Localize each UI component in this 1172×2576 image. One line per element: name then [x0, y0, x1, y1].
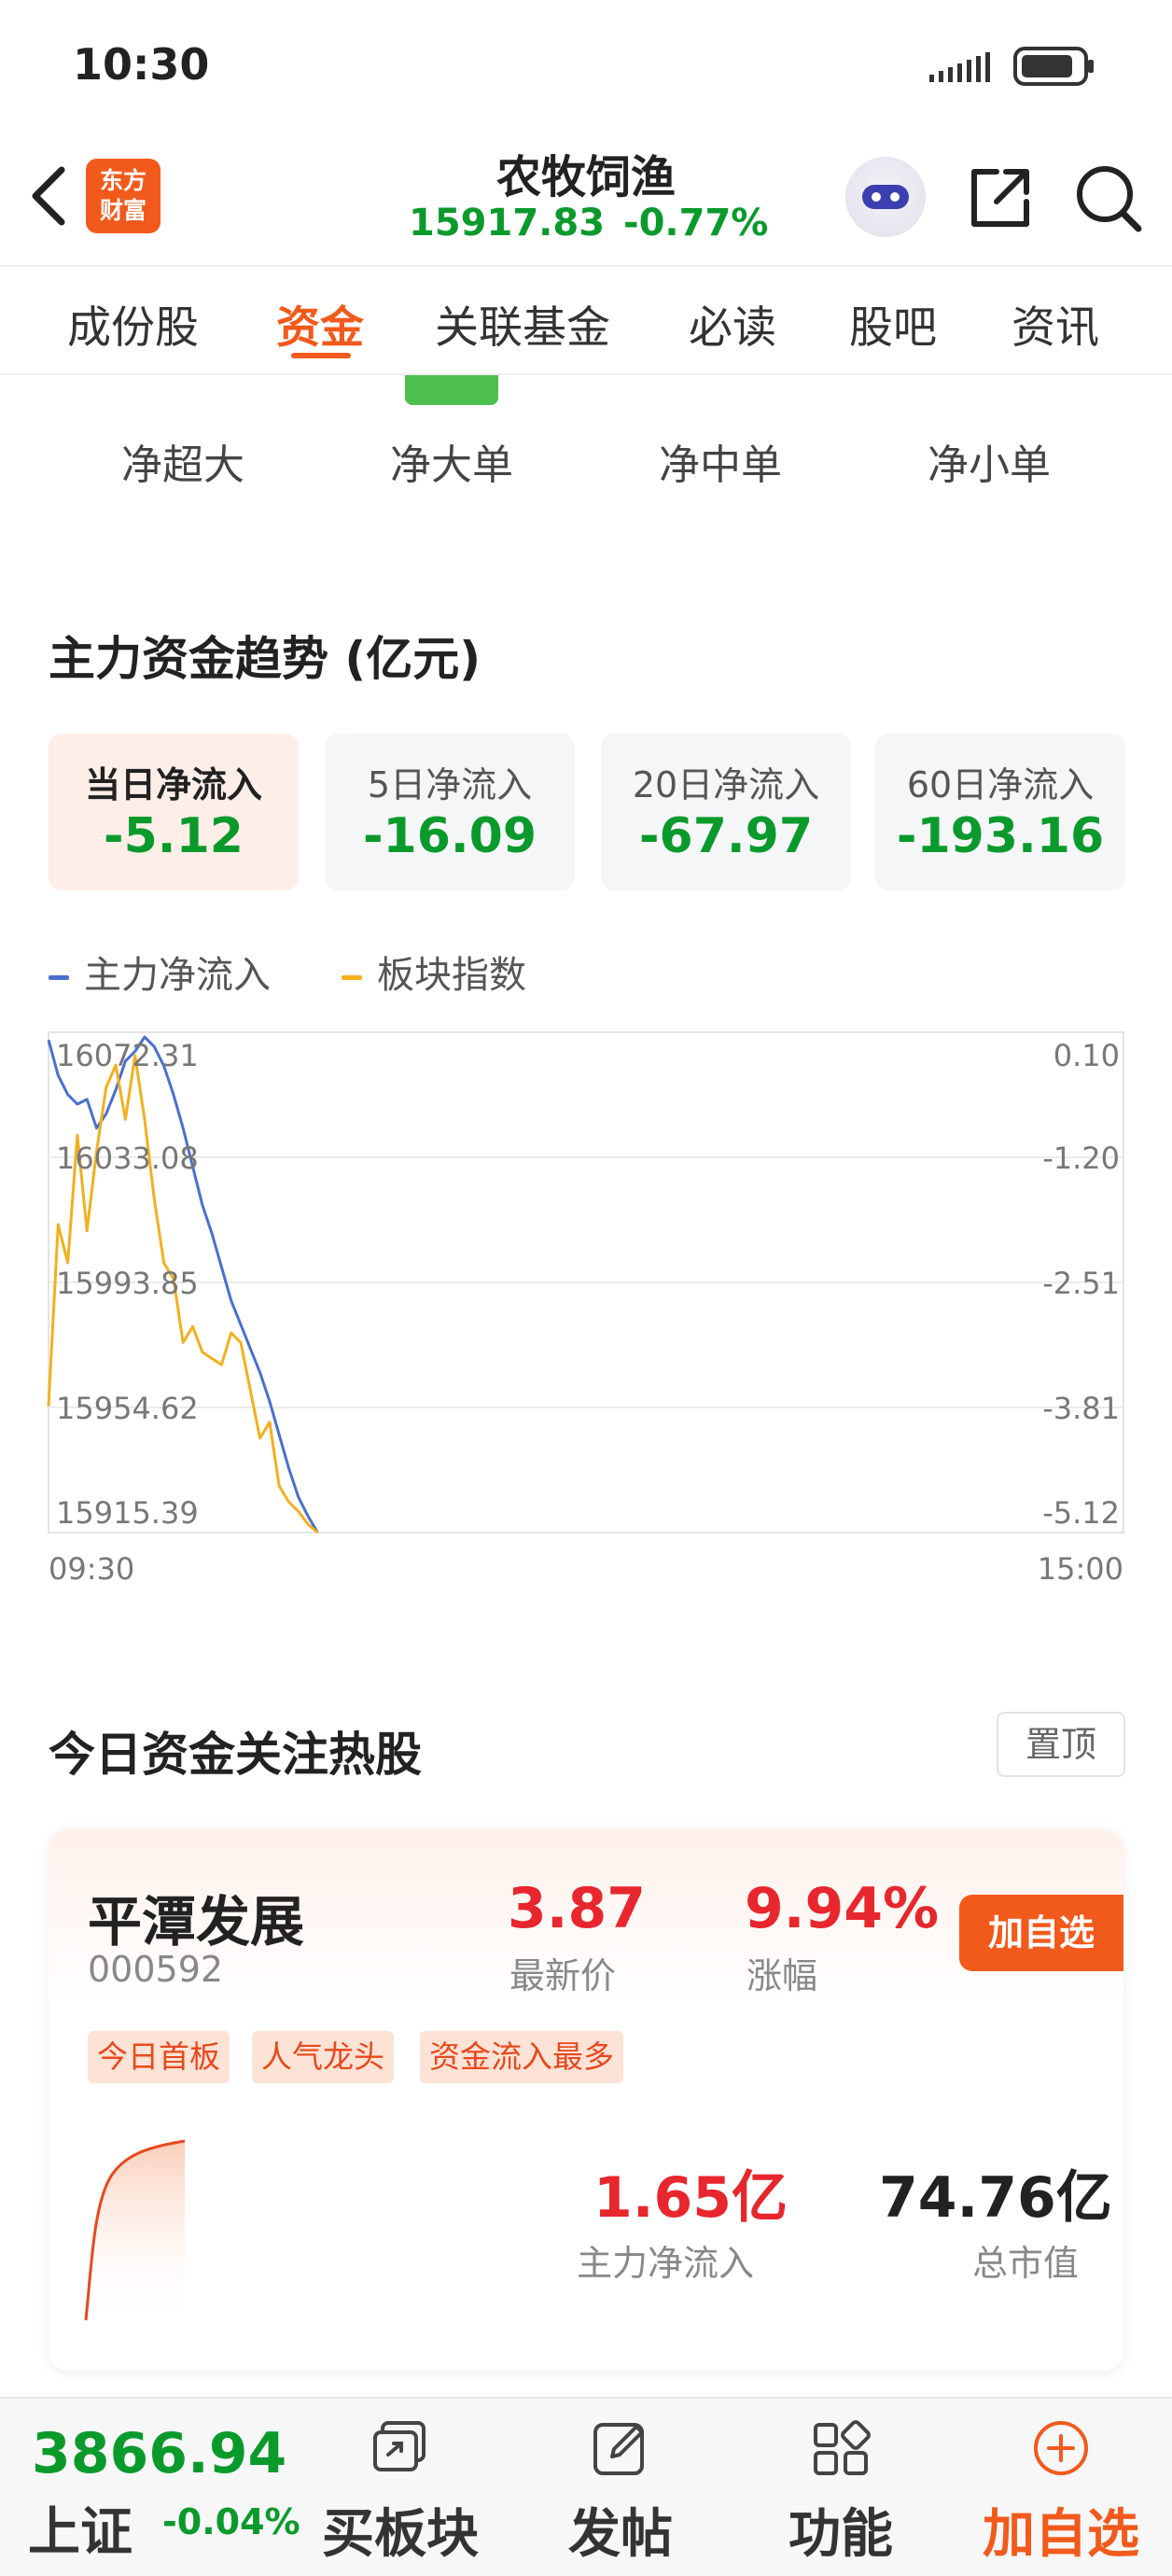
y-left-tick-label: 15954.62 — [56, 1391, 199, 1426]
nav-functions-label: 功能 — [788, 2504, 893, 2565]
y-right-tick-label: -2.51 — [1042, 1266, 1120, 1301]
legend-main-flow-label: 主力净流入 — [84, 954, 271, 997]
nav-add-watchlist-label: 加自选 — [983, 2504, 1139, 2565]
tab-constituents[interactable]: 成份股 — [67, 291, 199, 356]
tab-forum[interactable]: 股吧 — [849, 291, 937, 356]
nav-buy-sector[interactable]: 买板块 — [302, 2399, 498, 2576]
subtab-small[interactable]: 净小单 — [896, 431, 1082, 491]
legend-sector-index-label: 板块指数 — [377, 954, 526, 997]
flow-card-value: -67.97 — [638, 808, 814, 864]
tag-most-inflow: 资金流入最多 — [420, 2031, 623, 2083]
shanghai-index-change: -0.04% — [162, 2501, 300, 2542]
nav-add-watchlist[interactable]: 加自选 — [963, 2399, 1159, 2576]
flow-card-value: -193.16 — [896, 808, 1105, 864]
nav-post[interactable]: 发帖 — [523, 2399, 719, 2576]
page-title: 农牧饲渔 — [495, 151, 676, 203]
subtab-medium[interactable]: 净中单 — [627, 431, 814, 491]
flow-card-label: 5日净流入 — [367, 764, 533, 805]
signal-icon — [929, 52, 990, 82]
legend-sector-index: 板块指数 — [342, 945, 526, 999]
subtab-indicator — [405, 375, 498, 405]
tag-popular-leader: 人气龙头 — [252, 2031, 394, 2083]
shanghai-index-value: 3866.94 — [32, 2421, 287, 2486]
search-icon[interactable] — [1073, 161, 1144, 235]
flow-card-value: -5.12 — [104, 808, 244, 864]
functions-grid-icon — [814, 2420, 871, 2475]
hot-stocks-title: 今日资金关注热股 — [49, 1728, 422, 1782]
stock-price: 3.87 — [508, 1876, 647, 1941]
flow-card-label: 当日净流入 — [84, 764, 262, 805]
nav-functions[interactable]: 功能 — [743, 2399, 939, 2576]
y-right-tick-label: -1.20 — [1042, 1141, 1120, 1176]
shanghai-index-name: 上证 — [28, 2502, 133, 2563]
ai-assistant-icon[interactable] — [845, 157, 926, 237]
main-inflow-value: 1.65亿 — [593, 2165, 788, 2231]
legend-swatch-blue — [49, 974, 69, 980]
status-bar: 10:30 — [0, 0, 1172, 131]
flow-card-60day[interactable]: 60日净流入 -193.16 — [875, 734, 1125, 890]
hot-stock-card[interactable]: 平潭发展 000592 3.87 最新价 9.94% 涨幅 加自选 今日首板 人… — [49, 1829, 1123, 2371]
tag-first-limit-up: 今日首板 — [88, 2031, 230, 2083]
market-cap-label: 总市值 — [972, 2243, 1080, 2284]
flow-card-label: 60日净流入 — [906, 764, 1095, 805]
tab-must-read[interactable]: 必读 — [689, 291, 776, 356]
nav-post-label: 发帖 — [568, 2504, 673, 2565]
legend-swatch-yellow — [342, 974, 362, 980]
stock-change-label: 涨幅 — [746, 1955, 818, 1996]
capital-flow-chart[interactable]: 16072.31 0.10 16033.08 -1.20 15993.85 -2.51 15… — [0, 1017, 1172, 1596]
sector-index-change: -0.77% — [623, 202, 769, 245]
flow-card-today[interactable]: 当日净流入 -5.12 — [49, 734, 299, 890]
flow-card-20day[interactable]: 20日净流入 -67.97 — [601, 734, 851, 890]
post-edit-icon — [593, 2423, 644, 2475]
main-inflow-label: 主力净流入 — [577, 2243, 755, 2284]
legend-main-flow: 主力净流入 — [49, 945, 271, 999]
nav-buy-sector-label: 买板块 — [322, 2504, 479, 2565]
chart-grid — [48, 1031, 1124, 1533]
tab-capital[interactable]: 资金 — [276, 291, 364, 356]
y-right-tick-label: -3.81 — [1042, 1391, 1120, 1426]
x-end-label: 15:00 — [1038, 1551, 1123, 1587]
app-logo[interactable]: 东方 财富 — [86, 159, 160, 233]
flow-card-5day[interactable]: 5日净流入 -16.09 — [325, 734, 575, 890]
y-left-tick-label: 16033.08 — [56, 1141, 199, 1176]
back-arrow-icon[interactable] — [22, 159, 75, 233]
bottom-bar: 3866.94 上证 -0.04% 买板块 发帖 功能 加自选 — [0, 2397, 1172, 2576]
market-cap-value: 74.76亿 — [879, 2165, 1112, 2231]
header: 东方 财富 农牧饲渔 15917.83 -0.77% — [0, 131, 1172, 267]
stock-price-label: 最新价 — [509, 1955, 617, 1996]
x-start-label: 09:30 — [49, 1551, 134, 1587]
y-right-tick-label: 0.10 — [1053, 1038, 1120, 1073]
stock-code: 000592 — [88, 1949, 224, 1990]
pin-top-button[interactable]: 置顶 — [997, 1712, 1125, 1777]
share-icon[interactable] — [965, 162, 1036, 233]
y-left-tick-label: 16072.31 — [56, 1038, 199, 1073]
stock-change: 9.94% — [745, 1876, 940, 1941]
subtab-super-large[interactable]: 净超大 — [90, 431, 276, 491]
add-to-watchlist-button[interactable]: 加自选 — [959, 1895, 1123, 1971]
tab-related-funds[interactable]: 关联基金 — [435, 291, 610, 356]
flow-card-value: -16.09 — [362, 808, 537, 864]
sector-index-value: 15917.83 — [409, 202, 606, 245]
chart-labels: 16072.31 0.10 16033.08 -1.20 15993.85 -2.51 15… — [49, 1038, 1123, 1587]
capital-trend-title: 主力资金趋势 (亿元) — [49, 632, 481, 686]
tab-news[interactable]: 资讯 — [1012, 291, 1099, 356]
tab-bar: 成份股 资金 关联基金 必读 股吧 资讯 — [0, 267, 1172, 375]
add-watchlist-icon — [1034, 2421, 1088, 2475]
battery-icon — [1013, 47, 1094, 86]
stock-name: 平潭发展 — [88, 1890, 305, 1953]
y-left-tick-label: 15993.85 — [56, 1266, 199, 1301]
flow-card-label: 20日净流入 — [632, 764, 820, 805]
subtab-large[interactable]: 净大单 — [358, 431, 545, 491]
y-right-tick-label: -5.12 — [1042, 1495, 1120, 1531]
y-left-tick-label: 15915.39 — [56, 1495, 199, 1531]
robot-face-icon — [862, 185, 909, 209]
status-time: 10:30 — [73, 39, 210, 90]
buy-sector-icon — [373, 2421, 426, 2471]
active-tab-indicator — [291, 353, 351, 358]
stock-sparkline — [84, 2139, 186, 2324]
